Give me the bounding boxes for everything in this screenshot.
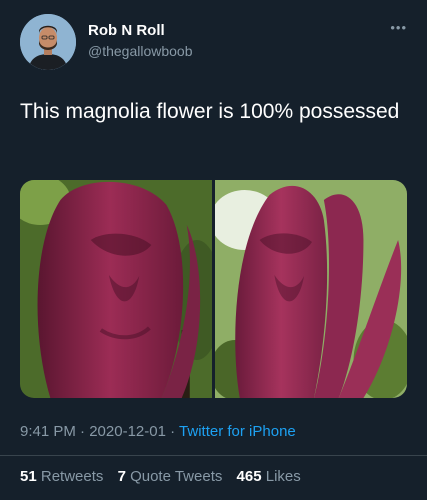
photo-2[interactable] [215, 180, 407, 398]
tweet-text: This magnolia flower is 100% possessed [20, 100, 400, 123]
divider [0, 455, 427, 456]
quotes-label: Quote Tweets [130, 468, 223, 485]
author-name[interactable]: Rob N Roll [88, 22, 165, 39]
quotes-count: 7 [117, 468, 126, 485]
tweet-meta: 9:41 PM · 2020-12-01 · Twitter for iPhon… [20, 423, 296, 440]
tweet-date[interactable]: 2020-12-01 [89, 423, 166, 440]
avatar[interactable] [20, 14, 76, 70]
media-grid [20, 180, 407, 398]
more-dots-icon[interactable]: ••• [390, 20, 407, 35]
tweet-time[interactable]: 9:41 PM [20, 423, 76, 440]
retweets-label: Retweets [40, 468, 104, 485]
retweets-stat[interactable]: 51 Retweets [20, 468, 103, 485]
likes-stat[interactable]: 465 Likes [237, 468, 301, 485]
likes-count: 465 [236, 468, 262, 485]
quote-tweets-stat[interactable]: 7 Quote Tweets [118, 468, 223, 485]
tweet-stats: 51 Retweets 7 Quote Tweets 465 Likes [20, 468, 311, 485]
meta-separator: · [170, 423, 176, 440]
likes-label: Likes [265, 468, 301, 485]
tweet-source-link[interactable]: Twitter for iPhone [179, 423, 296, 440]
photo-1[interactable] [20, 180, 212, 398]
retweets-count: 51 [20, 468, 37, 485]
author-handle[interactable]: @thegallowboob [88, 43, 193, 59]
meta-separator: · [80, 423, 86, 440]
